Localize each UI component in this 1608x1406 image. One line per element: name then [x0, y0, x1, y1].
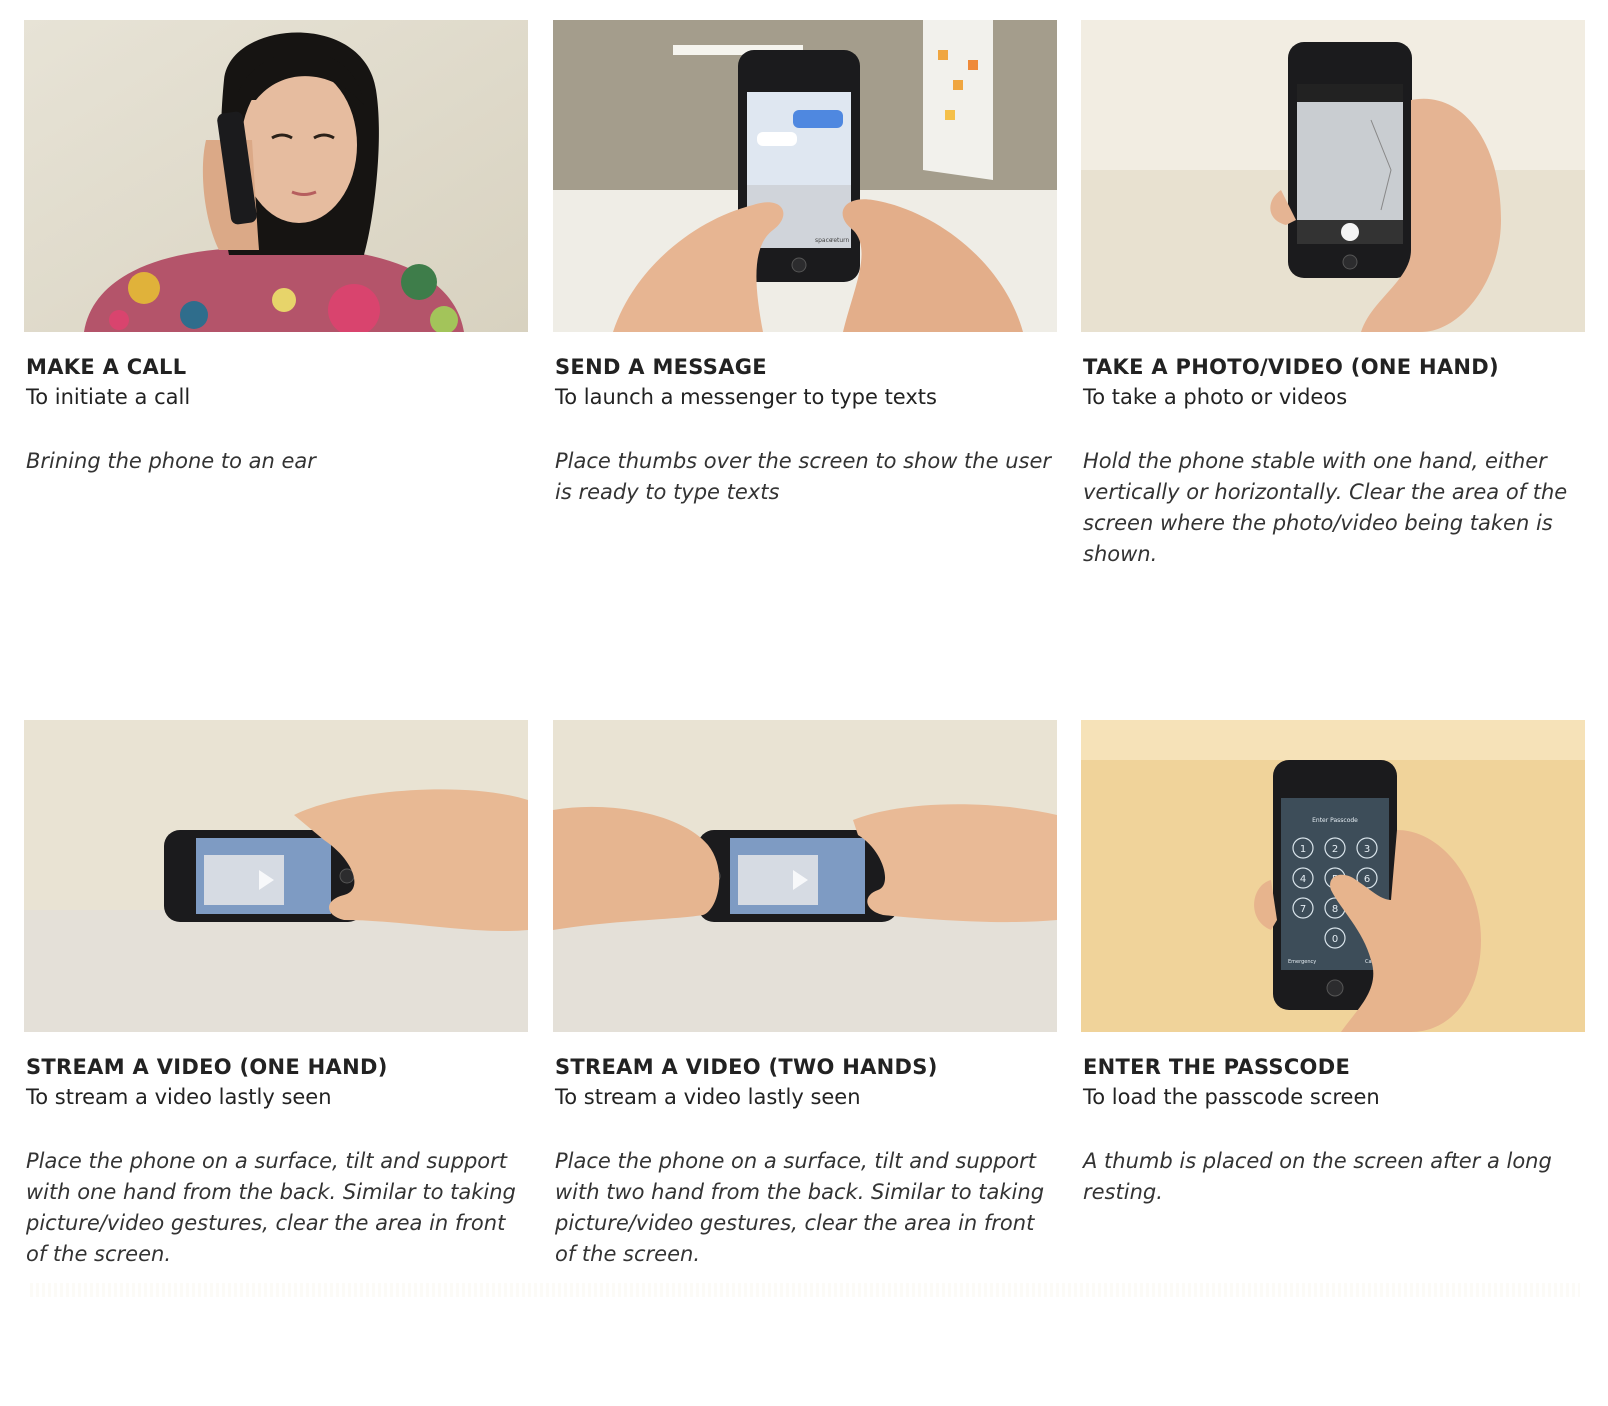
passcode-emergency: Emergency [1288, 959, 1316, 965]
send-a-message-image: space return [553, 20, 1057, 332]
stream-video-two-hands-image [553, 720, 1057, 1032]
card-title: TAKE A PHOTO/VIDEO (ONE HAND) [1083, 355, 1499, 379]
card-description: A thumb is placed on the screen after a … [1083, 1149, 1552, 1204]
make-a-call-image [24, 20, 528, 332]
card-enter-passcode: Enter Passcode 1 2 3 4 5 6 7 8 9 0 Emerg… [1081, 720, 1585, 1208]
card-title: MAKE A CALL [26, 355, 187, 379]
card-description: Place the phone on a surface, tilt and s… [26, 1149, 516, 1266]
card-subtitle: To load the passcode screen [1083, 1085, 1380, 1109]
photo-enter-passcode: Enter Passcode 1 2 3 4 5 6 7 8 9 0 Emerg… [1081, 720, 1585, 1032]
card-subtitle: To launch a messenger to type texts [555, 385, 937, 409]
photo-make-a-call [24, 20, 528, 332]
card-take-a-photo-video: TAKE A PHOTO/VIDEO (ONE HAND) To take a … [1081, 20, 1585, 570]
card-title: STREAM A VIDEO (TWO HANDS) [555, 1055, 938, 1079]
photo-stream-video-two-hands [553, 720, 1057, 1032]
passcode-key-8: 8 [1332, 904, 1338, 915]
card-subtitle: To take a photo or videos [1083, 385, 1348, 409]
photo-stream-video-one-hand [24, 720, 528, 1032]
photo-take-a-photo-video [1081, 20, 1585, 332]
card-title: SEND A MESSAGE [555, 355, 767, 379]
card-description: Hold the phone stable with one hand, eit… [1083, 449, 1568, 566]
card-send-a-message: space return SEND A MESSAGE To launch a … [553, 20, 1057, 508]
passcode-key-3: 3 [1364, 844, 1370, 855]
card-title: ENTER THE PASSCODE [1083, 1055, 1351, 1079]
passcode-key-7: 7 [1300, 904, 1306, 915]
card-subtitle: To initiate a call [26, 385, 191, 409]
card-description: Place thumbs over the screen to show the… [555, 449, 1052, 504]
passcode-key-4: 4 [1300, 874, 1306, 885]
card-title: STREAM A VIDEO (ONE HAND) [26, 1055, 388, 1079]
passcode-key-6: 6 [1364, 874, 1370, 885]
passcode-header: Enter Passcode [1312, 817, 1358, 824]
enter-passcode-image: Enter Passcode 1 2 3 4 5 6 7 8 9 0 Emerg… [1081, 720, 1585, 1032]
stream-video-one-hand-image [24, 720, 528, 1032]
take-a-photo-video-image [1081, 20, 1585, 332]
passcode-key-1: 1 [1300, 844, 1306, 855]
photo-send-a-message: space return [553, 20, 1057, 332]
keyboard-return-label: return [831, 237, 850, 244]
card-subtitle: To stream a video lastly seen [555, 1085, 861, 1109]
card-subtitle: To stream a video lastly seen [26, 1085, 332, 1109]
card-description: Place the phone on a surface, tilt and s… [555, 1149, 1045, 1266]
card-stream-video-one-hand: STREAM A VIDEO (ONE HAND) To stream a vi… [24, 720, 528, 1270]
passcode-key-0: 0 [1332, 934, 1338, 945]
card-description: Brining the phone to an ear [26, 449, 316, 473]
card-stream-video-two-hands: STREAM A VIDEO (TWO HANDS) To stream a v… [553, 720, 1057, 1270]
divider [30, 1283, 1580, 1297]
passcode-key-2: 2 [1332, 844, 1338, 855]
card-make-a-call: MAKE A CALL To initiate a call Brining t… [24, 20, 528, 477]
